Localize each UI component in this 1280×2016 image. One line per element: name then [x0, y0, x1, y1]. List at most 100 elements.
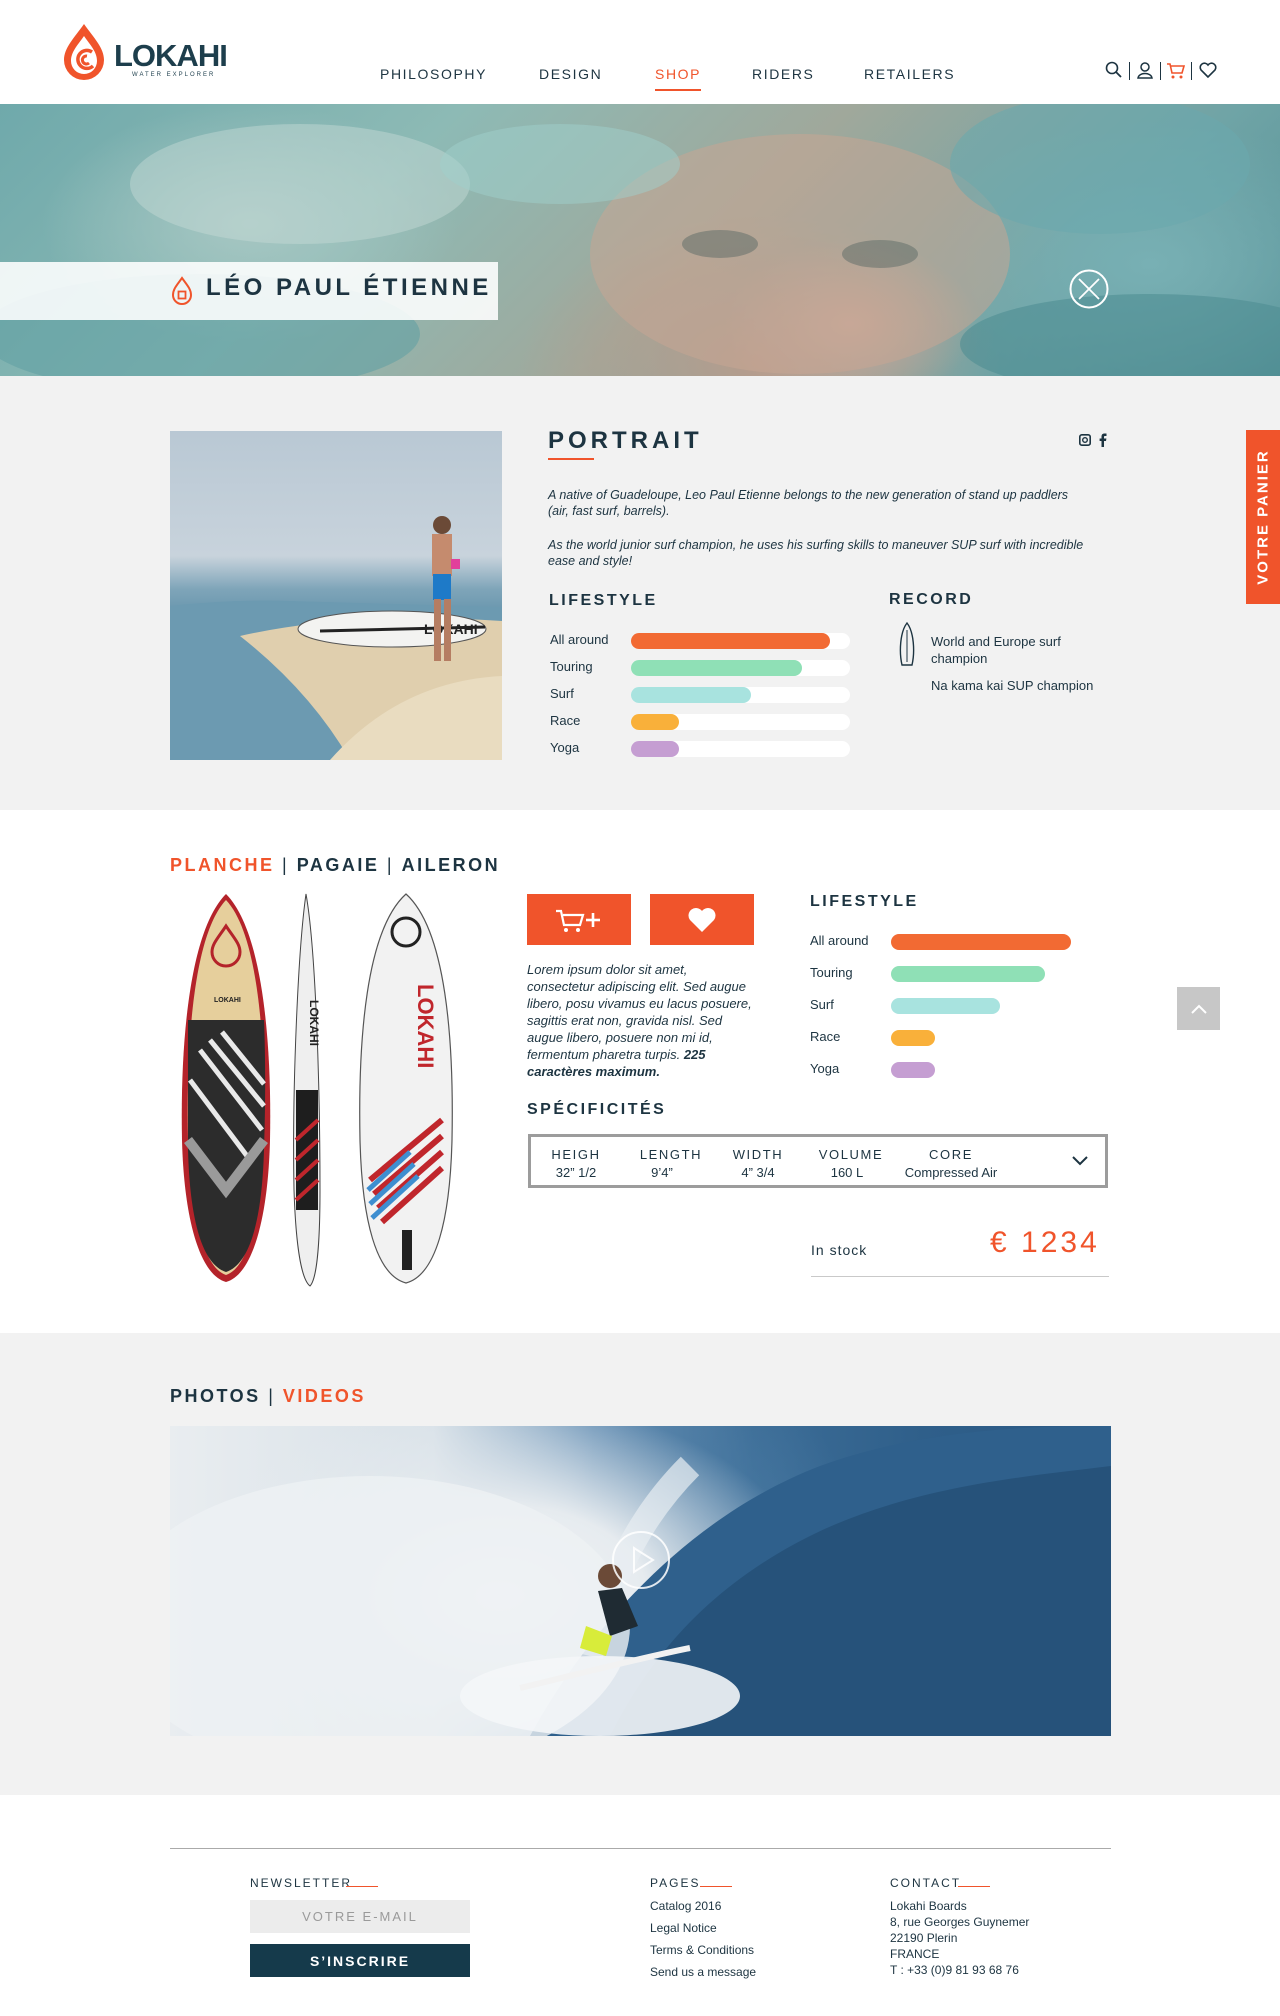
add-to-cart-button[interactable]	[527, 894, 631, 945]
pages-title: PAGES	[650, 1876, 701, 1890]
nav-retailers[interactable]: RETAILERS	[864, 66, 955, 82]
lifestyle-bar-track	[631, 687, 850, 703]
spec-value: 4” 3/4	[741, 1165, 775, 1180]
spec-value: Compressed Air	[904, 1165, 998, 1180]
contact-line[interactable]: T : +33 (0)9 81 93 68 76	[890, 1962, 1019, 1978]
header-divider	[1129, 62, 1130, 80]
add-to-wishlist-button[interactable]	[650, 894, 754, 945]
lifestyle-bar-fill	[891, 934, 1071, 950]
contact-line: FRANCE	[890, 1947, 940, 1961]
lifestyle-label: Race	[550, 713, 581, 728]
lifestyle-bar-track	[631, 633, 850, 649]
chevron-down-icon[interactable]	[1071, 1155, 1089, 1167]
logo-icon[interactable]	[60, 22, 108, 82]
spec-label: VOLUME	[818, 1147, 884, 1162]
board-bottom-image: LOKAHI	[359, 893, 453, 1284]
spec-value: 32” 1/2	[555, 1165, 597, 1180]
lifestyle-bar-fill	[631, 633, 830, 649]
hero-water-image	[0, 104, 1280, 376]
lifestyle-bar-fill	[631, 660, 802, 676]
lifestyle-label: Yoga	[550, 740, 580, 755]
title-underline	[346, 1886, 378, 1887]
footer-link-message[interactable]: Send us a message	[650, 1964, 756, 1980]
nav-shop[interactable]: SHOP	[655, 66, 702, 91]
hero-banner	[0, 104, 1280, 376]
contact-line: Lokahi Boards	[890, 1899, 967, 1913]
instagram-icon[interactable]	[1079, 434, 1091, 446]
title-underline	[548, 458, 594, 460]
newsletter-title: NEWSLETTER	[250, 1876, 353, 1890]
heart-icon[interactable]	[1198, 60, 1218, 80]
lifestyle-label: All around	[810, 933, 869, 948]
user-icon[interactable]	[1135, 60, 1155, 80]
title-underline	[958, 1886, 990, 1887]
contact-line: 22190 Plerin	[890, 1931, 958, 1945]
product-description-text: Lorem ipsum dolor sit amet, consectetur …	[527, 962, 752, 1062]
footer-link-catalog[interactable]: Catalog 2016	[650, 1898, 721, 1914]
lifestyle-bar-fill	[891, 1030, 935, 1046]
nav-riders[interactable]: RIDERS	[752, 66, 815, 82]
footer-link-terms[interactable]: Terms & Conditions	[650, 1942, 754, 1958]
newsletter-email-input[interactable]	[250, 1900, 470, 1933]
price-divider	[811, 1276, 1109, 1277]
specs-table[interactable]: HEIGH 32” 1/2 LENGTH 9’4” WIDTH 4” 3/4 V…	[528, 1134, 1108, 1188]
lifestyle-label: Surf	[810, 997, 834, 1012]
lifestyle-bar-fill	[631, 687, 751, 703]
lifestyle-bar-track	[631, 741, 850, 757]
lifestyle-bar-track	[631, 714, 850, 730]
tab-videos[interactable]: VIDEOS	[283, 1386, 366, 1406]
surfboard-icon	[899, 622, 915, 666]
cart-side-tab[interactable]: VOTRE PANIER	[1246, 430, 1280, 604]
contact-title: CONTACT	[890, 1876, 962, 1890]
spec-label: WIDTH	[732, 1147, 784, 1162]
nav-design[interactable]: DESIGN	[539, 66, 602, 82]
subscribe-button[interactable]: S’INSCRIRE	[250, 1944, 470, 1977]
lifestyle-bar-track	[891, 1030, 1089, 1046]
chevron-up-icon	[1190, 1004, 1207, 1014]
portrait-title: PORTRAIT	[548, 427, 703, 454]
tab-aileron[interactable]: AILERON	[402, 855, 501, 875]
lifestyle-label: Race	[810, 1029, 841, 1044]
search-icon[interactable]	[1104, 60, 1124, 80]
svg-text:LOKAHI: LOKAHI	[307, 1000, 321, 1046]
logo-text[interactable]: LOKAHI	[114, 38, 228, 74]
footer-link-legal[interactable]: Legal Notice	[650, 1920, 717, 1936]
spec-label: LENGTH	[639, 1147, 703, 1162]
tab-planche[interactable]: PLANCHE	[170, 855, 275, 875]
header-divider	[1160, 62, 1161, 80]
cart-side-tab-label: VOTRE PANIER	[1254, 449, 1272, 585]
board-images: LOKAHI LOKAHI LOKAHI	[181, 893, 453, 1287]
svg-text:LOKAHI: LOKAHI	[214, 997, 241, 1004]
tab-pagaie[interactable]: PAGAIE	[297, 855, 380, 875]
spec-label: HEIGH	[551, 1147, 601, 1162]
bio-paragraph-1: A native of Guadeloupe, Leo Paul Etienne…	[548, 488, 1069, 518]
tab-photos[interactable]: PHOTOS	[170, 1386, 261, 1406]
product-description: Lorem ipsum dolor sit amet, consectetur …	[527, 961, 757, 1080]
lifestyle-label: Yoga	[810, 1061, 840, 1076]
lifestyle-bar-track	[631, 660, 850, 676]
spec-value: 9’4”	[651, 1165, 673, 1180]
cart-plus-icon	[556, 909, 600, 932]
specs-title: SPÉCIFICITÉS	[527, 1101, 667, 1118]
close-icon[interactable]	[1069, 269, 1109, 309]
rider-photo: LOKAHI	[170, 431, 502, 760]
product-price: € 1234	[990, 1226, 1100, 1259]
record-item: World and Europe surf champion	[931, 634, 1061, 666]
scroll-to-top-button[interactable]	[1177, 987, 1220, 1030]
location-pin-icon	[171, 276, 193, 305]
media-tabs: PHOTOS | VIDEOS	[170, 1386, 366, 1406]
lifestyle-bar-fill	[891, 966, 1045, 982]
svg-text:LOKAHI: LOKAHI	[413, 984, 438, 1068]
play-icon[interactable]	[611, 1530, 671, 1590]
facebook-icon[interactable]	[1099, 433, 1107, 447]
cart-icon[interactable]	[1166, 60, 1186, 80]
bio-paragraph-2: As the world junior surf champion, he us…	[548, 538, 1084, 568]
lifestyle-bar-track	[891, 934, 1089, 950]
product-tabs: PLANCHE | PAGAIE | AILERON	[170, 855, 501, 875]
lifestyle-label: Surf	[550, 686, 574, 701]
lifestyle-bar-fill	[631, 714, 679, 730]
nav-philosophy[interactable]: PHILOSOPHY	[380, 66, 487, 82]
lifestyle-label: Touring	[810, 965, 853, 980]
lifestyle-label: Touring	[550, 659, 593, 674]
lifestyle-bar-fill	[891, 1062, 935, 1078]
